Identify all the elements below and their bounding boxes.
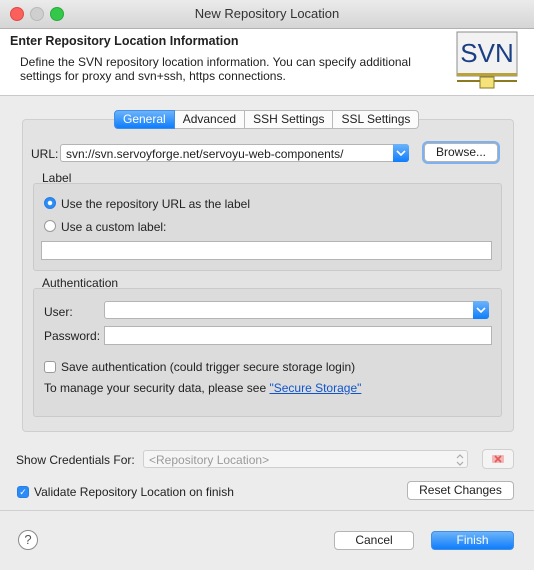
chevron-down-icon[interactable]	[473, 301, 489, 319]
custom-label-label: Use a custom label:	[61, 220, 167, 234]
custom-label-radio[interactable]	[44, 220, 56, 232]
tab-ssh-settings[interactable]: SSH Settings	[245, 110, 334, 129]
browse-button[interactable]: Browse...	[424, 143, 498, 162]
credentials-select[interactable]: <Repository Location>	[143, 450, 468, 468]
show-credentials-label: Show Credentials For:	[16, 453, 135, 467]
url-value: svn://svn.servoyforge.net/servoyu-web-co…	[66, 147, 344, 161]
security-data-note: To manage your security data, please see…	[44, 381, 361, 395]
password-label: Password:	[44, 329, 101, 343]
title-bar: New Repository Location	[0, 0, 534, 29]
updown-arrows-icon	[456, 454, 464, 466]
user-combo[interactable]	[104, 301, 489, 319]
tab-bar: General Advanced SSH Settings SSL Settin…	[114, 110, 420, 129]
url-combo[interactable]: svn://svn.servoyforge.net/servoyu-web-co…	[60, 144, 409, 162]
dialog-window: New Repository Location Enter Repository…	[0, 0, 534, 570]
save-authentication-checkbox[interactable]	[44, 361, 56, 373]
save-authentication-label: Save authentication (could trigger secur…	[61, 360, 356, 374]
password-input[interactable]	[104, 326, 492, 345]
tab-advanced[interactable]: Advanced	[174, 110, 246, 129]
url-label: URL:	[31, 147, 59, 161]
header-description: Define the SVN repository location infor…	[20, 55, 411, 83]
svn-logo-icon: SVN	[456, 31, 518, 89]
delete-credentials-button[interactable]	[482, 449, 514, 469]
credentials-value: <Repository Location>	[149, 453, 270, 467]
security-data-text: To manage your security data, please see	[44, 381, 270, 395]
svg-text:SVN: SVN	[460, 38, 513, 68]
use-repo-url-label: Use the repository URL as the label	[61, 197, 250, 211]
help-icon[interactable]: ?	[18, 530, 38, 550]
user-label: User:	[44, 305, 73, 319]
header-title: Enter Repository Location Information	[10, 34, 239, 48]
finish-button[interactable]: Finish	[431, 531, 514, 550]
wizard-header: Enter Repository Location Information De…	[0, 29, 534, 96]
cancel-button[interactable]: Cancel	[334, 531, 414, 550]
reset-changes-button[interactable]: Reset Changes	[407, 481, 514, 500]
custom-label-input[interactable]	[41, 241, 492, 260]
chevron-down-icon[interactable]	[393, 144, 409, 162]
delete-icon	[492, 455, 504, 463]
tab-ssl-settings[interactable]: SSL Settings	[333, 110, 420, 129]
validate-location-label: Validate Repository Location on finish	[34, 485, 234, 499]
validate-location-checkbox[interactable]: ✓	[17, 486, 29, 498]
use-repo-url-radio[interactable]	[44, 197, 56, 209]
window-title: New Repository Location	[194, 6, 340, 21]
tab-general[interactable]: General	[114, 110, 175, 129]
footer-divider	[0, 510, 534, 511]
secure-storage-link[interactable]: "Secure Storage"	[269, 381, 361, 395]
